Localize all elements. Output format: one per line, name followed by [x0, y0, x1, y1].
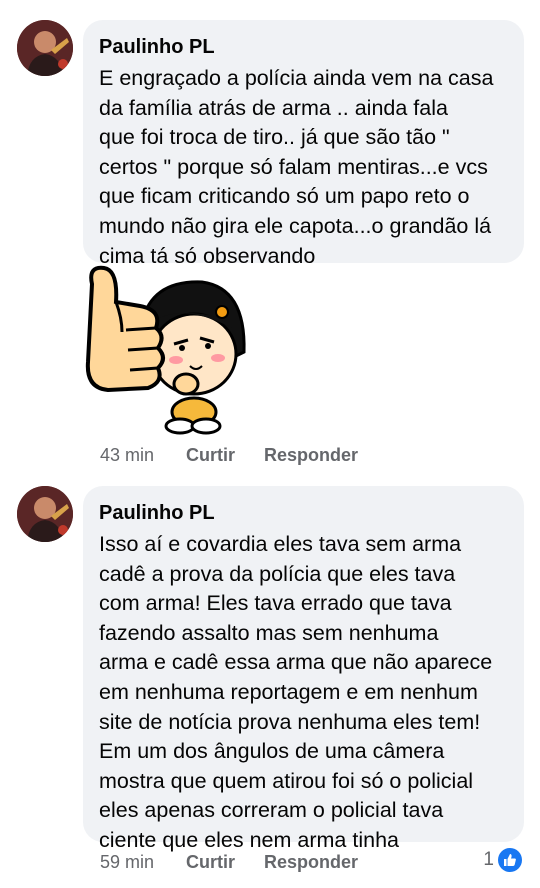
comment-actions: 43 min Curtir Responder [100, 445, 358, 466]
avatar-photo-icon [17, 486, 73, 542]
comment-text: Isso aí e covardia eles tava sem arma ca… [99, 532, 493, 852]
reply-button[interactable]: Responder [264, 852, 358, 873]
avatar[interactable] [17, 20, 73, 76]
thumbs-up-girl-sticker [85, 265, 246, 435]
like-reaction-icon [498, 848, 522, 872]
comment-bubble: Paulinho PL E engraçado a polícia ainda … [83, 20, 524, 268]
like-button[interactable]: Curtir [186, 445, 264, 466]
comment-timestamp[interactable]: 43 min [100, 445, 186, 466]
avatar-photo-icon [17, 20, 73, 76]
comment-bubble: Paulinho PL Isso aí e covardia eles tava… [83, 486, 524, 852]
reaction-count: 1 [483, 849, 494, 870]
avatar[interactable] [17, 486, 73, 542]
reply-button[interactable]: Responder [264, 445, 358, 466]
comment-author[interactable]: Paulinho PL [99, 500, 508, 526]
comment-timestamp[interactable]: 59 min [100, 852, 186, 873]
comment-text: E engraçado a polícia ainda vem na casa … [99, 66, 494, 268]
comment-author[interactable]: Paulinho PL [99, 34, 508, 60]
like-button[interactable]: Curtir [186, 852, 264, 873]
comment-actions: 59 min Curtir Responder [100, 852, 358, 873]
reaction-summary[interactable]: 1 [483, 848, 522, 872]
